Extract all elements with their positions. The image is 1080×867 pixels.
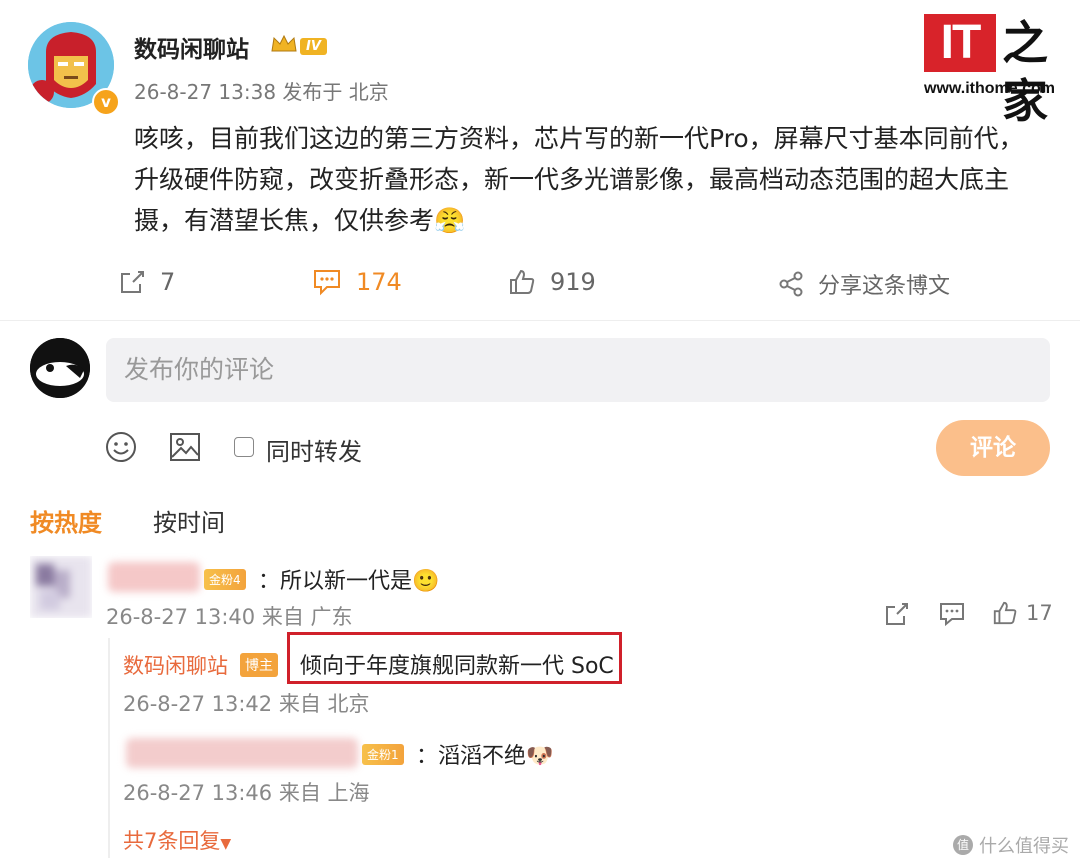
thumbs-up-icon	[510, 269, 535, 294]
repost-icon	[121, 271, 144, 293]
post-content: 咳咳，目前我们这边的第三方资料，芯片写的新一代Pro，屏幕尺寸基本同前代，升级硬…	[134, 124, 1024, 235]
commenter-avatar[interactable]	[30, 556, 92, 618]
fan-badge: 金粉4	[204, 569, 246, 590]
level-badge: IV	[300, 38, 327, 55]
verified-badge-icon: v	[92, 88, 120, 116]
reply-text: 倾向于年度旗舰同款新一代 SoC	[300, 654, 614, 679]
tab-sort-hot[interactable]: 按热度	[30, 503, 102, 538]
repost-count: 7	[160, 268, 176, 296]
caret-down-icon: ▼	[220, 836, 232, 852]
thumbs-up-icon	[993, 601, 1017, 625]
ithome-logo-text: 之家	[1002, 16, 1048, 128]
reply-meta: 26-8-27 13:46 来自 上海	[123, 781, 370, 805]
post-author-name[interactable]: 数码闲聊站	[134, 30, 249, 64]
comment-meta: 26-8-27 13:40 来自 广东	[106, 605, 353, 629]
comment-input[interactable]: 发布你的评论	[106, 338, 1050, 402]
comment-icon	[314, 270, 340, 296]
comment-like-count: 17	[1026, 601, 1053, 625]
commenter-name-redacted	[108, 562, 200, 592]
emoji-icon[interactable]	[104, 430, 138, 468]
comment-reply-icon[interactable]	[938, 601, 966, 631]
tab-sort-time[interactable]: 按时间	[153, 503, 225, 538]
reply-thread-line	[108, 638, 110, 858]
fan-badge: 金粉1	[362, 744, 404, 765]
smzdm-logo-icon: 值	[953, 835, 973, 855]
comment-text: ：所以新一代是🙂	[258, 569, 440, 594]
ithome-url: www.ithome.com	[924, 80, 1055, 97]
comment-count: 174	[356, 268, 402, 296]
image-icon[interactable]	[168, 430, 202, 468]
repost-button[interactable]: 7	[118, 268, 175, 296]
share-button[interactable]: 分享这条博文	[778, 268, 950, 300]
my-avatar[interactable]	[30, 338, 90, 398]
comment-button[interactable]: 174	[312, 268, 402, 296]
share-label: 分享这条博文	[818, 274, 951, 299]
divider	[0, 320, 1080, 321]
submit-comment-button[interactable]: 评论	[936, 420, 1050, 476]
like-button[interactable]: 919	[508, 268, 596, 296]
reply-meta: 26-8-27 13:42 来自 北京	[123, 692, 370, 716]
comment-repost-icon[interactable]	[884, 601, 910, 631]
repost-checkbox[interactable]	[234, 437, 254, 457]
watermark-text: 什么值得买	[979, 836, 1069, 857]
reply-text: ：滔滔不绝🐶	[416, 744, 554, 769]
share-icon	[779, 271, 803, 297]
post-meta: 26-8-27 13:38 发布于 北京	[134, 80, 389, 104]
more-replies-link[interactable]: 共7条回复▼	[123, 825, 231, 855]
more-replies-label: 共7条回复	[123, 829, 221, 853]
like-count: 919	[550, 268, 596, 296]
repost-checkbox-label: 同时转发	[266, 438, 362, 466]
watermark: 值 什么值得买	[953, 832, 1069, 858]
reply-author-name[interactable]: 数码闲聊站	[123, 650, 228, 680]
comment-like-button[interactable]: 17	[992, 600, 1053, 626]
replier-name-redacted	[126, 738, 358, 768]
ithome-logo: IT	[924, 14, 996, 72]
crown-icon	[270, 33, 298, 59]
host-badge: 博主	[240, 653, 278, 677]
